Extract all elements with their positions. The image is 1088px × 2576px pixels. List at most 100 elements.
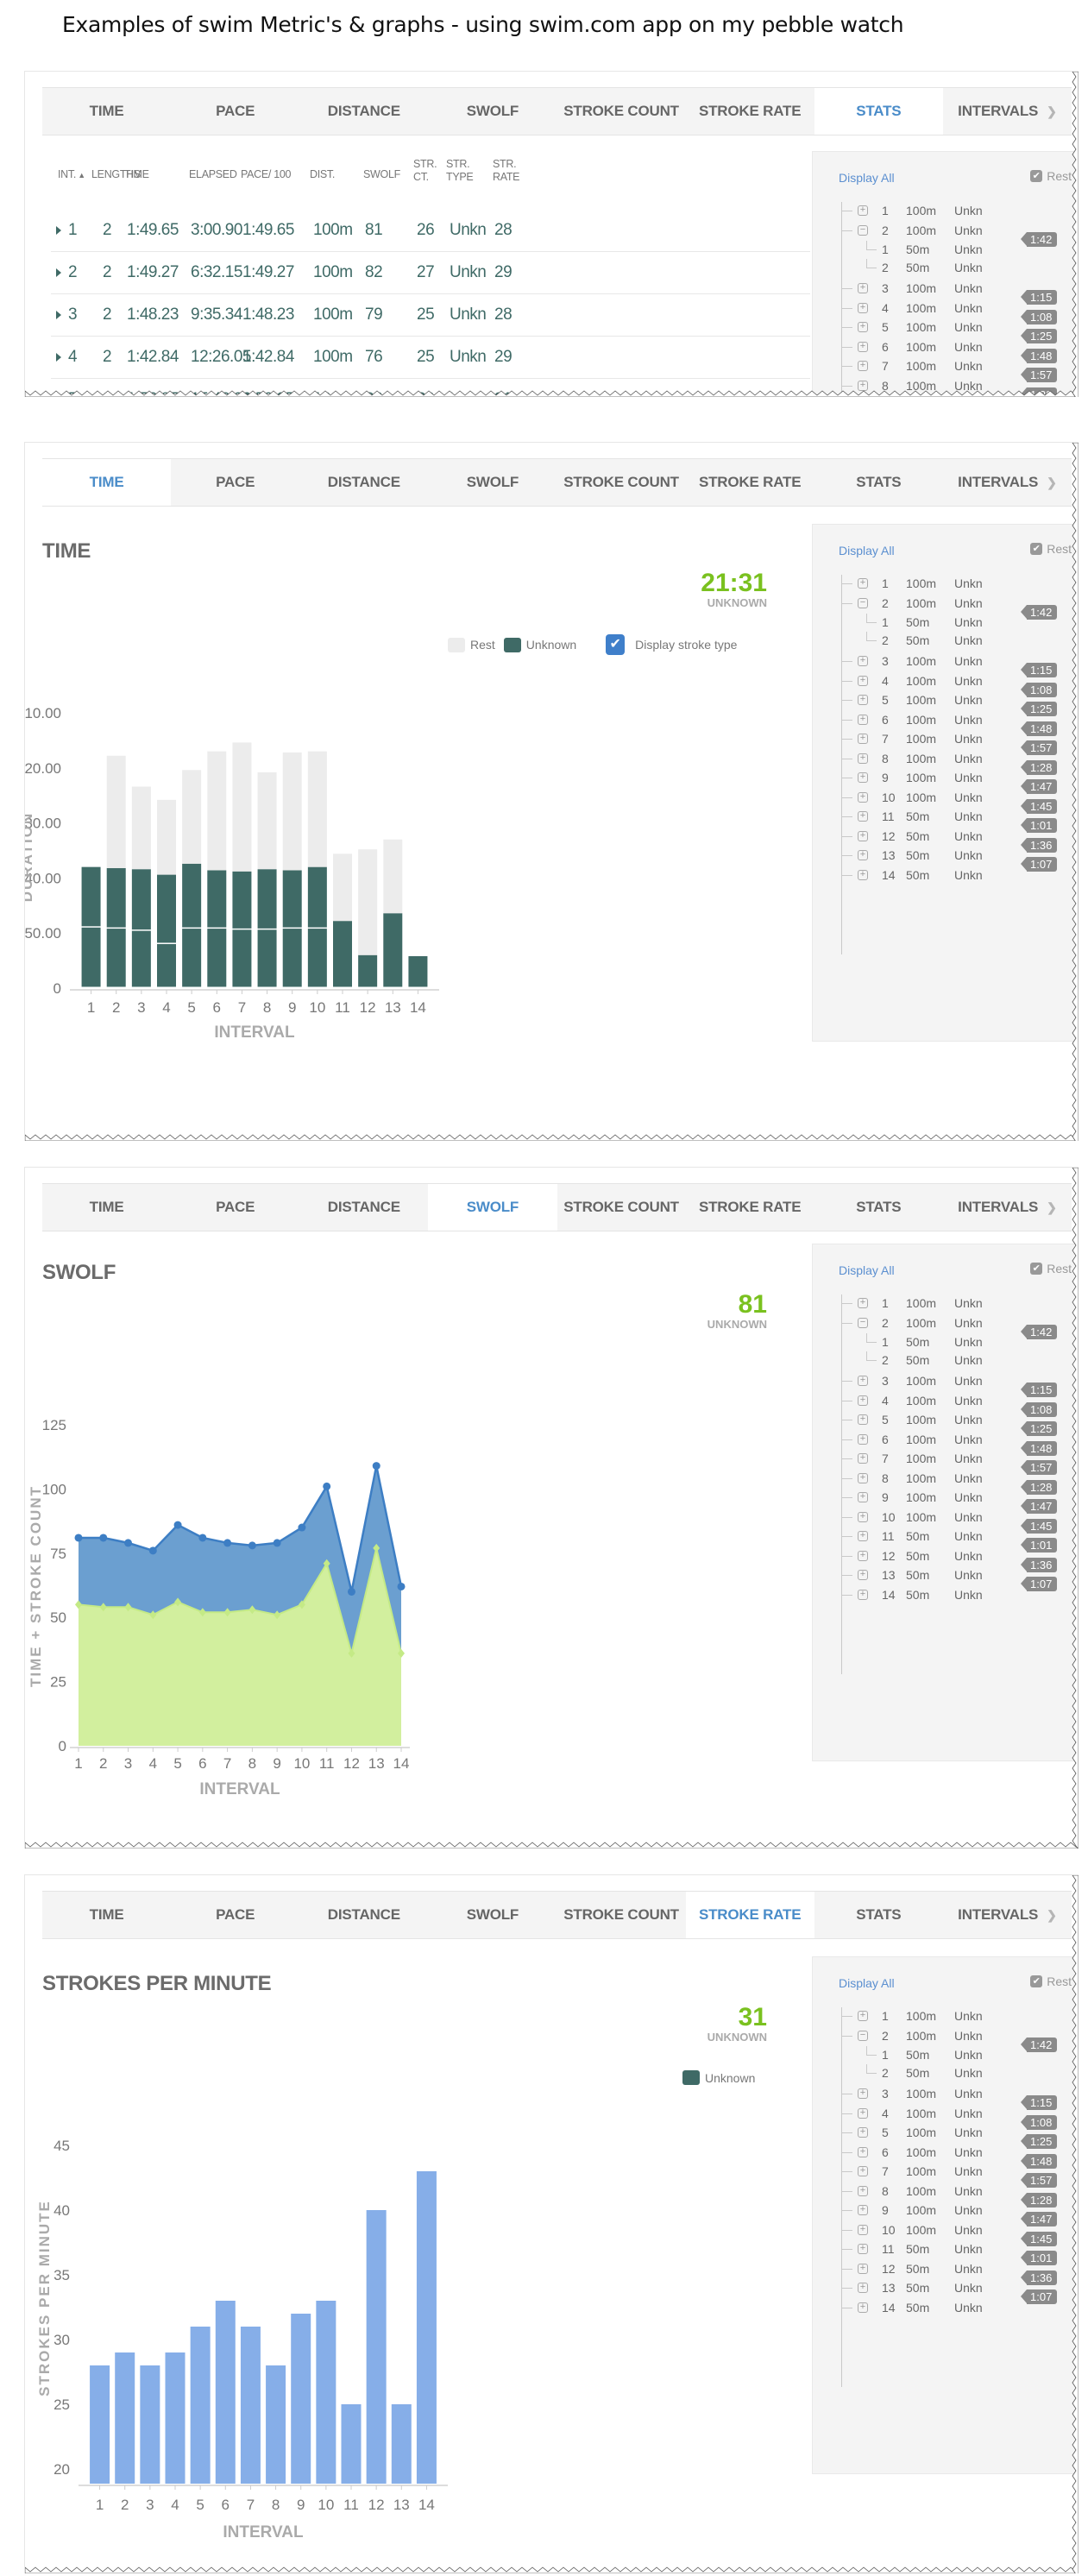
expand-icon[interactable]: + xyxy=(858,2283,868,2293)
swolf-point[interactable] xyxy=(148,1546,157,1555)
tab-stroke-rate[interactable]: STROKE RATE xyxy=(685,1892,814,1938)
bar-segment-unknown[interactable] xyxy=(307,929,327,987)
tree-row[interactable]: +1 100m Unkn xyxy=(839,2007,1063,2026)
bar-stroke-rate[interactable] xyxy=(115,2352,135,2484)
tab-stats[interactable]: STATS xyxy=(814,1892,943,1938)
column-header[interactable]: STR. RATE xyxy=(493,158,520,184)
tab-stroke-rate[interactable]: STROKE RATE xyxy=(686,1184,814,1231)
tab-time[interactable]: TIME xyxy=(42,1184,171,1231)
tab-stroke-count[interactable]: STROKE COUNT xyxy=(557,88,686,135)
bar-segment-unknown[interactable] xyxy=(383,913,403,987)
bar-rest[interactable] xyxy=(131,786,151,870)
expand-icon[interactable]: + xyxy=(858,1298,868,1308)
tab-distance[interactable]: DISTANCE xyxy=(299,459,428,506)
bar-rest[interactable] xyxy=(106,755,126,868)
tab-stats[interactable]: STATS xyxy=(814,459,943,506)
expand-icon[interactable]: + xyxy=(858,869,868,880)
expand-icon[interactable]: + xyxy=(858,1376,868,1386)
tab-time[interactable]: TIME xyxy=(42,459,172,506)
expand-icon[interactable]: + xyxy=(858,341,868,352)
bar-rest[interactable] xyxy=(333,853,352,922)
tab-time[interactable]: TIME xyxy=(42,1892,171,1938)
bar-segment-unknown[interactable] xyxy=(257,869,277,929)
expand-icon[interactable]: + xyxy=(858,811,868,822)
column-header[interactable]: PACE/ 100 xyxy=(241,168,292,181)
tab-pace[interactable]: PACE xyxy=(171,459,299,506)
expand-icon[interactable]: + xyxy=(858,2166,868,2176)
column-header[interactable]: DIST. xyxy=(310,168,335,181)
expand-icon[interactable]: + xyxy=(858,675,868,686)
collapse-icon[interactable]: − xyxy=(858,2030,868,2041)
tab-stats[interactable]: STATS xyxy=(814,1184,943,1231)
rest-toggle[interactable]: ✔ Rest xyxy=(1030,169,1072,183)
display-all-link[interactable]: Display All xyxy=(839,1976,895,1990)
expand-icon[interactable]: + xyxy=(858,578,868,589)
display-stroke-type-checkbox[interactable]: ✔ xyxy=(606,634,626,655)
tree-row[interactable]: +1 100m Unkn xyxy=(839,575,1063,594)
bar-stroke-rate[interactable] xyxy=(190,2327,211,2484)
expand-icon[interactable]: + xyxy=(858,850,868,860)
expand-icon[interactable]: + xyxy=(858,791,868,803)
display-all-link[interactable]: Display All xyxy=(839,544,895,557)
chevron-right-icon[interactable]: ❯ xyxy=(1047,1908,1057,1923)
table-row[interactable]: 4 2 1:42.84 12:26.05 1:42.84 100m 76 25 Unkn 29 xyxy=(51,337,810,379)
swolf-point[interactable] xyxy=(124,1539,133,1547)
bar-rest[interactable] xyxy=(207,751,227,871)
expand-icon[interactable]: + xyxy=(858,2088,868,2099)
collapse-icon[interactable]: − xyxy=(858,597,868,608)
expand-icon[interactable]: + xyxy=(858,302,868,313)
bar-segment-unknown[interactable] xyxy=(207,929,227,987)
bar-segment-unknown[interactable] xyxy=(408,955,428,987)
rest-toggle[interactable]: ✔ Rest xyxy=(1030,1975,1072,1988)
bar-stroke-rate[interactable] xyxy=(215,2301,236,2484)
bar-stroke-rate[interactable] xyxy=(341,2404,362,2484)
bar-stroke-rate[interactable] xyxy=(316,2301,336,2484)
expand-icon[interactable]: + xyxy=(858,205,868,216)
expand-icon[interactable]: + xyxy=(858,2127,868,2138)
expand-icon[interactable]: + xyxy=(858,1570,868,1580)
expand-icon[interactable]: + xyxy=(858,1433,868,1445)
tree-row[interactable]: +14 50m Unkn xyxy=(839,1586,1063,1605)
tab-distance[interactable]: DISTANCE xyxy=(299,1184,428,1231)
expand-icon[interactable]: + xyxy=(858,1550,868,1561)
bar-stroke-rate[interactable] xyxy=(140,2365,160,2484)
chevron-right-icon[interactable]: ❯ xyxy=(1047,104,1057,119)
tab-intervals[interactable]: INTERVALS ❯ xyxy=(943,88,1072,135)
column-header[interactable]: TIME xyxy=(124,168,149,181)
expand-icon[interactable]: + xyxy=(858,1511,868,1522)
expand-icon[interactable]: + xyxy=(858,1492,868,1502)
expand-icon[interactable]: + xyxy=(858,656,868,666)
bar-rest[interactable] xyxy=(307,751,327,867)
collapse-icon[interactable]: − xyxy=(858,1317,868,1328)
swolf-point[interactable] xyxy=(298,1523,306,1532)
rest-checkbox[interactable]: ✔ xyxy=(1030,170,1043,182)
bar-stroke-rate[interactable] xyxy=(416,2171,437,2484)
bar-segment-unknown[interactable] xyxy=(81,866,101,927)
expand-icon[interactable]: + xyxy=(858,2146,868,2157)
tree-row[interactable]: +1 100m Unkn xyxy=(839,1294,1063,1313)
bar-rest[interactable] xyxy=(232,742,252,872)
bar-segment-unknown[interactable] xyxy=(207,870,227,928)
bar-segment-unknown[interactable] xyxy=(157,943,176,987)
bar-rest[interactable] xyxy=(282,752,302,871)
tree-row[interactable]: +14 50m Unkn xyxy=(839,866,1063,885)
tree-row[interactable]: +14 50m Unkn xyxy=(839,2299,1063,2318)
bar-stroke-rate[interactable] xyxy=(90,2365,110,2484)
expand-icon[interactable]: + xyxy=(858,1589,868,1600)
expand-icon[interactable]: + xyxy=(858,1531,868,1541)
expand-icon[interactable]: + xyxy=(858,283,868,293)
expand-icon[interactable]: + xyxy=(858,753,868,764)
swolf-point[interactable] xyxy=(397,1582,406,1590)
swolf-point[interactable] xyxy=(347,1587,355,1596)
swolf-point[interactable] xyxy=(99,1534,108,1542)
swolf-point[interactable] xyxy=(223,1539,232,1547)
bar-rest[interactable] xyxy=(383,839,403,914)
expand-icon[interactable]: + xyxy=(858,1395,868,1406)
rest-toggle[interactable]: ✔ Rest xyxy=(1030,1262,1072,1275)
column-header[interactable]: STR. TYPE xyxy=(446,158,474,184)
bar-stroke-rate[interactable] xyxy=(165,2352,186,2484)
bar-segment-unknown[interactable] xyxy=(182,929,202,987)
bar-segment-unknown[interactable] xyxy=(81,927,101,987)
bar-segment-unknown[interactable] xyxy=(333,921,352,987)
column-header[interactable]: STR. CT. xyxy=(413,158,437,184)
